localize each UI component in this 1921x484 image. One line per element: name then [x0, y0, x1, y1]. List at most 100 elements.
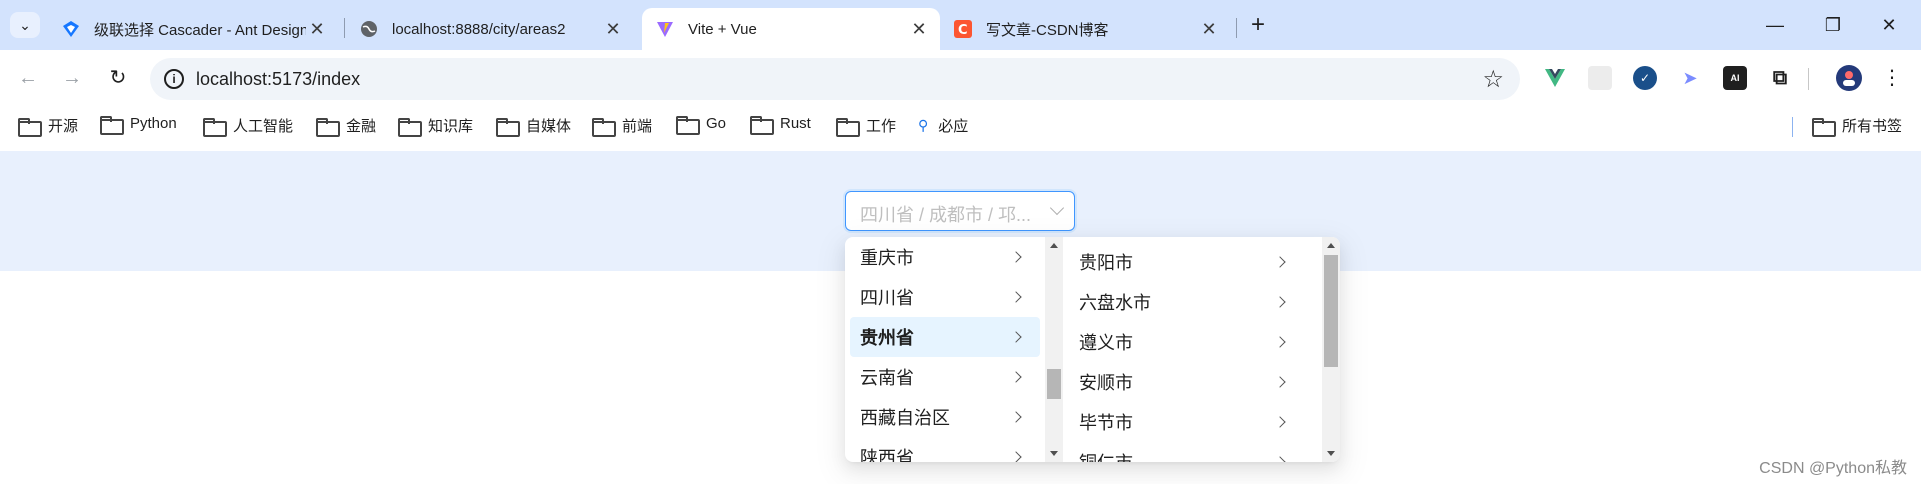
- bookmark-folder[interactable]: 金融: [316, 115, 377, 137]
- cascader-option[interactable]: 贵阳市: [1069, 242, 1304, 282]
- bookmark-folder[interactable]: 前端: [592, 115, 653, 137]
- check-circle-icon[interactable]: ✓: [1633, 66, 1657, 90]
- tab-vite-vue[interactable]: Vite + Vue ✕: [642, 8, 940, 50]
- bookmark-label: 工作: [866, 118, 897, 135]
- reload-button[interactable]: ↻: [104, 64, 132, 92]
- bookmark-folder[interactable]: Rust: [750, 115, 811, 135]
- bookmark-folder[interactable]: Python: [100, 115, 177, 135]
- option-label: 四川省: [860, 288, 914, 308]
- option-label: 贵阳市: [1079, 253, 1133, 273]
- tab-title: Vite + Vue: [688, 20, 757, 38]
- forward-button[interactable]: →: [58, 64, 86, 92]
- cascader-option[interactable]: 四川省: [850, 277, 1040, 317]
- toolbar-separator: [1808, 68, 1809, 90]
- cascader-option[interactable]: 遵义市: [1069, 322, 1304, 362]
- browser-window: ⌄ 级联选择 Cascader - Ant Design ✕ localhost…: [0, 0, 1921, 484]
- bookmark-folder[interactable]: 自媒体: [496, 115, 571, 137]
- folder-icon: [750, 116, 774, 135]
- back-button[interactable]: ←: [14, 64, 42, 92]
- tab-close-button[interactable]: ✕: [908, 19, 930, 40]
- bookmark-label: Python: [130, 115, 177, 132]
- cascader-option[interactable]: 铜仁市: [1069, 442, 1304, 462]
- svg-text:C: C: [958, 23, 968, 38]
- cascader-option[interactable]: 云南省: [850, 357, 1040, 397]
- folder-icon: [836, 118, 860, 137]
- cascader-placeholder: 四川省 / 成都市 / 邛...: [860, 205, 1032, 225]
- scroll-down-icon[interactable]: [1327, 451, 1335, 456]
- tab-title: localhost:8888/city/areas2: [392, 20, 566, 38]
- site-info-icon[interactable]: i: [164, 69, 184, 89]
- tab-title: 写文章-CSDN博客: [986, 21, 1109, 39]
- scrollbar-thumb[interactable]: [1047, 369, 1061, 399]
- option-label: 安顺市: [1079, 373, 1133, 393]
- cascader-option[interactable]: 毕节市: [1069, 402, 1304, 442]
- option-label: 遵义市: [1079, 333, 1133, 353]
- bookmark-folder[interactable]: Go: [676, 115, 726, 135]
- tab-csdn[interactable]: C 写文章-CSDN博客 ✕: [940, 8, 1230, 50]
- chevron-right-icon: [1274, 456, 1286, 462]
- new-tab-button[interactable]: +: [1244, 12, 1272, 40]
- menu-scrollbar[interactable]: [1322, 237, 1340, 462]
- cascader-option[interactable]: 陕西省: [850, 437, 1040, 462]
- tab-close-button[interactable]: ✕: [1198, 19, 1220, 40]
- cascader-option[interactable]: 西藏自治区: [850, 397, 1040, 437]
- address-bar[interactable]: i localhost:5173/index ☆: [150, 58, 1520, 100]
- puzzle-extensions-icon[interactable]: ⧉: [1768, 66, 1792, 90]
- chevron-right-icon: [1010, 331, 1022, 343]
- bookmark-folder[interactable]: 知识库: [398, 115, 473, 137]
- all-bookmarks[interactable]: 所有书签: [1812, 115, 1902, 137]
- option-label: 云南省: [860, 368, 914, 388]
- chevron-right-icon: [1274, 416, 1286, 428]
- url-text[interactable]: localhost:5173/index: [196, 69, 360, 90]
- option-label: 陕西省: [860, 448, 914, 462]
- bookmark-folder[interactable]: 人工智能: [203, 115, 294, 137]
- chevron-down-icon: [1049, 200, 1065, 216]
- chevron-right-icon: [1010, 291, 1022, 303]
- tab-search-button[interactable]: ⌄: [10, 12, 40, 38]
- aitdk-icon[interactable]: AI: [1723, 66, 1747, 90]
- tab-separator: [1236, 18, 1237, 38]
- tab-ant-design[interactable]: 级联选择 Cascader - Ant Design ✕: [48, 8, 338, 50]
- restore-button[interactable]: ❐: [1818, 10, 1848, 40]
- bookmark-label: 前端: [622, 118, 653, 135]
- chevron-right-icon: [1010, 411, 1022, 423]
- option-label: 西藏自治区: [860, 408, 950, 428]
- bookmark-folder[interactable]: 开源: [18, 115, 78, 137]
- bookmark-folder[interactable]: 工作: [836, 115, 897, 137]
- chevron-right-icon: [1274, 256, 1286, 268]
- scroll-up-icon[interactable]: [1327, 243, 1335, 248]
- blank-extension-icon[interactable]: [1588, 66, 1612, 90]
- chevron-right-icon: [1010, 371, 1022, 383]
- vue-devtools-icon[interactable]: [1543, 66, 1567, 90]
- option-label: 六盘水市: [1079, 293, 1151, 313]
- tab-localhost-8888[interactable]: localhost:8888/city/areas2 ✕: [346, 8, 634, 50]
- scroll-down-icon[interactable]: [1050, 451, 1058, 456]
- bookmarks-separator: [1792, 117, 1793, 137]
- bird-icon[interactable]: ➤: [1678, 66, 1702, 90]
- cascader-option[interactable]: 安顺市: [1069, 362, 1304, 402]
- menu-scrollbar[interactable]: [1045, 237, 1063, 462]
- folder-icon: [1812, 118, 1836, 137]
- minimize-button[interactable]: —: [1760, 10, 1790, 40]
- tab-close-button[interactable]: ✕: [306, 19, 328, 40]
- cascader-option[interactable]: 重庆市: [850, 237, 1040, 277]
- cascader-option[interactable]: 六盘水市: [1069, 282, 1304, 322]
- profile-avatar[interactable]: [1836, 65, 1862, 91]
- chevron-right-icon: [1010, 451, 1022, 462]
- tab-title: 级联选择 Cascader - Ant Design: [94, 21, 306, 39]
- bookmark-label: 人工智能: [233, 118, 294, 135]
- bookmark-bing[interactable]: ⚲ 必应: [918, 115, 968, 136]
- browser-menu-icon[interactable]: ⋮: [1878, 64, 1906, 92]
- scrollbar-thumb[interactable]: [1324, 255, 1338, 367]
- bookmark-label: 金融: [346, 118, 377, 135]
- folder-icon: [100, 116, 124, 135]
- window-close-button[interactable]: ✕: [1874, 10, 1904, 40]
- scroll-up-icon[interactable]: [1050, 243, 1058, 248]
- bookmark-label: Rust: [780, 115, 811, 132]
- ant-design-icon: [62, 20, 80, 38]
- tab-close-button[interactable]: ✕: [602, 19, 624, 40]
- bookmark-star-icon[interactable]: ☆: [1482, 65, 1504, 94]
- cascader-option-active[interactable]: 贵州省: [850, 317, 1040, 357]
- folder-icon: [398, 118, 422, 137]
- cascader-select[interactable]: 四川省 / 成都市 / 邛...: [845, 191, 1075, 231]
